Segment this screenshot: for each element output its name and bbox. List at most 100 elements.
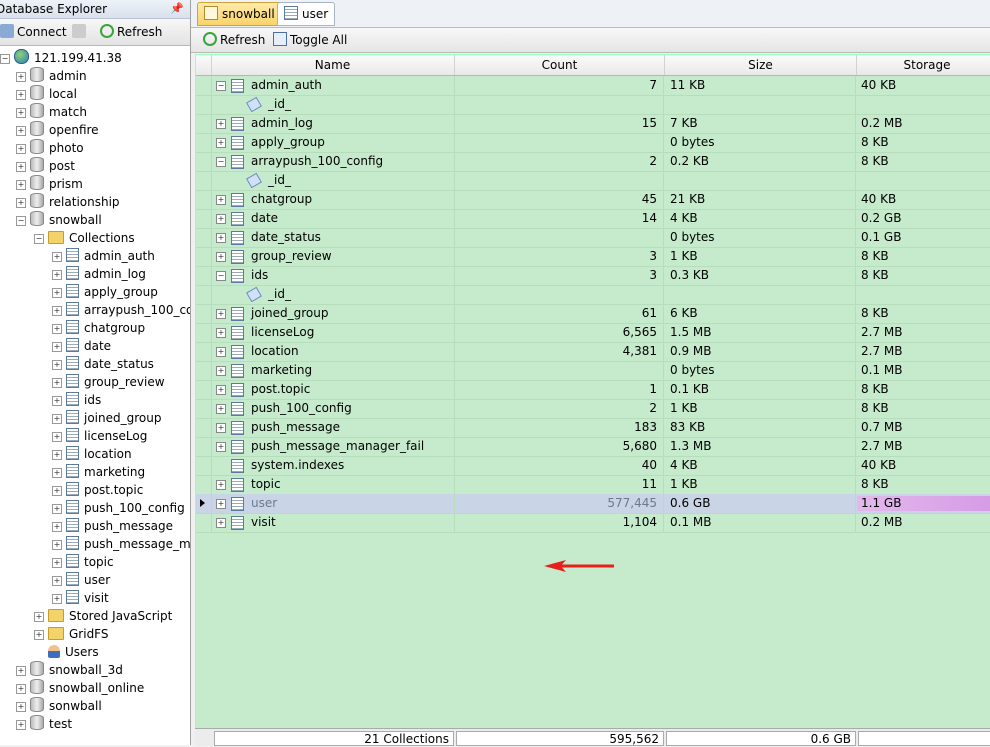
database-node-relationship[interactable]: + relationship <box>16 193 120 211</box>
table-row[interactable]: + push_message_manager_fail 5,680 1.3 MB 2.7… <box>196 437 990 457</box>
expand-icon[interactable]: + <box>52 468 62 478</box>
database-node-snowball[interactable]: − snowball <box>16 211 102 229</box>
expand-icon[interactable]: + <box>216 385 226 395</box>
expand-icon[interactable]: + <box>216 347 226 357</box>
expand-icon[interactable]: + <box>216 404 226 414</box>
expand-icon[interactable]: + <box>52 396 62 406</box>
table-row[interactable]: + date 14 4 KB 0.2 GB <box>196 209 990 229</box>
collection-node-admin_log[interactable]: + admin_log <box>52 265 146 283</box>
database-node-admin[interactable]: + admin <box>16 67 87 85</box>
expand-icon[interactable]: + <box>16 180 26 190</box>
refresh-button[interactable]: Refresh <box>203 30 265 50</box>
expand-icon[interactable]: + <box>216 442 226 452</box>
expand-icon[interactable]: + <box>34 612 44 622</box>
stored-javascript-folder[interactable]: + Stored JavaScript <box>34 607 172 625</box>
table-row[interactable]: − arraypush_100_config 2 0.2 KB 8 KB <box>196 152 990 172</box>
expand-icon[interactable]: + <box>216 328 226 338</box>
collection-node-date[interactable]: + date <box>52 337 111 355</box>
expand-icon[interactable]: + <box>34 630 44 640</box>
table-row[interactable]: − ids 3 0.3 KB 8 KB <box>196 266 990 286</box>
collection-node-marketing[interactable]: + marketing <box>52 463 145 481</box>
expand-icon[interactable]: + <box>216 195 226 205</box>
expand-icon[interactable]: + <box>52 270 62 280</box>
collection-node-apply_group[interactable]: + apply_group <box>52 283 158 301</box>
expand-icon[interactable]: + <box>52 594 62 604</box>
collection-node-admin_auth[interactable]: + admin_auth <box>52 247 155 265</box>
expand-icon[interactable]: + <box>216 119 226 129</box>
database-node-prism[interactable]: + prism <box>16 175 83 193</box>
collection-node-ids[interactable]: + ids <box>52 391 101 409</box>
table-row[interactable]: − admin_auth 7 11 KB 40 KB <box>196 76 990 96</box>
database-node-local[interactable]: + local <box>16 85 77 103</box>
table-row[interactable]: + chatgroup 45 21 KB 40 KB <box>196 190 990 210</box>
expand-icon[interactable]: + <box>16 126 26 136</box>
index-row[interactable]: _id_ <box>196 285 990 305</box>
expand-icon[interactable]: + <box>16 144 26 154</box>
expand-icon[interactable]: + <box>52 252 62 262</box>
database-node-snowball_3d[interactable]: + snowball_3d <box>16 661 123 679</box>
table-row[interactable]: + date_status 0 bytes 0.1 GB <box>196 228 990 248</box>
index-row[interactable]: _id_ <box>196 171 990 191</box>
expand-icon[interactable]: + <box>216 252 226 262</box>
expand-icon[interactable]: + <box>216 423 226 433</box>
database-node-post[interactable]: + post <box>16 157 75 175</box>
header-size[interactable]: Size <box>665 55 857 75</box>
collection-node-push_message[interactable]: + push_message <box>52 517 173 535</box>
expand-icon[interactable]: + <box>16 72 26 82</box>
expand-icon[interactable]: + <box>52 378 62 388</box>
expand-icon[interactable]: + <box>16 702 26 712</box>
table-row[interactable]: + location 4,381 0.9 MB 2.7 MB <box>196 342 990 362</box>
header-count[interactable]: Count <box>455 55 665 75</box>
database-node-sonwball[interactable]: + sonwball <box>16 697 102 715</box>
collapse-icon[interactable]: − <box>34 234 44 244</box>
collapse-icon[interactable]: − <box>216 81 226 91</box>
table-row[interactable]: + push_100_config 2 1 KB 8 KB <box>196 399 990 419</box>
table-row[interactable]: + admin_log 15 7 KB 0.2 MB <box>196 114 990 134</box>
table-row[interactable]: + group_review 3 1 KB 8 KB <box>196 247 990 267</box>
expand-icon[interactable]: + <box>216 499 226 509</box>
expand-icon[interactable]: + <box>52 558 62 568</box>
disconnect-button[interactable] <box>72 22 89 42</box>
expand-icon[interactable]: + <box>216 480 226 490</box>
expand-icon[interactable]: + <box>52 540 62 550</box>
expand-icon[interactable]: + <box>16 684 26 694</box>
expand-icon[interactable]: + <box>52 576 62 586</box>
table-row[interactable]: + licenseLog 6,565 1.5 MB 2.7 MB <box>196 323 990 343</box>
collection-node-post.topic[interactable]: + post.topic <box>52 481 143 499</box>
collapse-icon[interactable]: − <box>216 271 226 281</box>
expand-icon[interactable]: + <box>216 518 226 528</box>
expand-icon[interactable]: + <box>52 324 62 334</box>
expand-icon[interactable]: + <box>52 414 62 424</box>
expand-icon[interactable]: + <box>16 90 26 100</box>
collection-node-arraypush_100_config[interactable]: + arraypush_100_config <box>52 301 190 319</box>
collections-folder[interactable]: − Collections <box>34 229 135 247</box>
collection-node-chatgroup[interactable]: + chatgroup <box>52 319 145 337</box>
explorer-refresh-button[interactable]: Refresh <box>100 22 162 42</box>
collection-node-visit[interactable]: + visit <box>52 589 109 607</box>
expand-icon[interactable]: + <box>216 233 226 243</box>
expand-icon[interactable]: + <box>52 522 62 532</box>
server-node[interactable]: − 121.199.41.38 <box>0 49 122 67</box>
database-node-snowball_online[interactable]: + snowball_online <box>16 679 144 697</box>
table-row[interactable]: + user 577,445 0.6 GB 1.1 GB <box>196 494 990 514</box>
table-row[interactable]: + marketing 0 bytes 0.1 MB <box>196 361 990 381</box>
collection-node-user[interactable]: + user <box>52 571 110 589</box>
collection-node-licenseLog[interactable]: + licenseLog <box>52 427 147 445</box>
collapse-icon[interactable]: − <box>216 157 226 167</box>
database-node-match[interactable]: + match <box>16 103 87 121</box>
users-node[interactable]: Users <box>34 643 99 661</box>
expand-icon[interactable]: + <box>16 720 26 730</box>
expand-icon[interactable]: + <box>16 108 26 118</box>
expand-icon[interactable]: + <box>52 504 62 514</box>
collection-node-push_100_config[interactable]: + push_100_config <box>52 499 185 517</box>
expand-icon[interactable]: + <box>52 450 62 460</box>
database-node-test[interactable]: + test <box>16 715 72 733</box>
expand-icon[interactable]: + <box>16 162 26 172</box>
expand-icon[interactable]: + <box>52 342 62 352</box>
header-storage[interactable]: Storage <box>857 55 990 75</box>
table-row[interactable]: + post.topic 1 0.1 KB 8 KB <box>196 380 990 400</box>
pin-icon[interactable]: 📌 <box>170 0 184 18</box>
connect-button[interactable]: Connect <box>0 22 67 42</box>
collapse-icon[interactable]: − <box>16 216 26 226</box>
expand-icon[interactable]: + <box>216 309 226 319</box>
